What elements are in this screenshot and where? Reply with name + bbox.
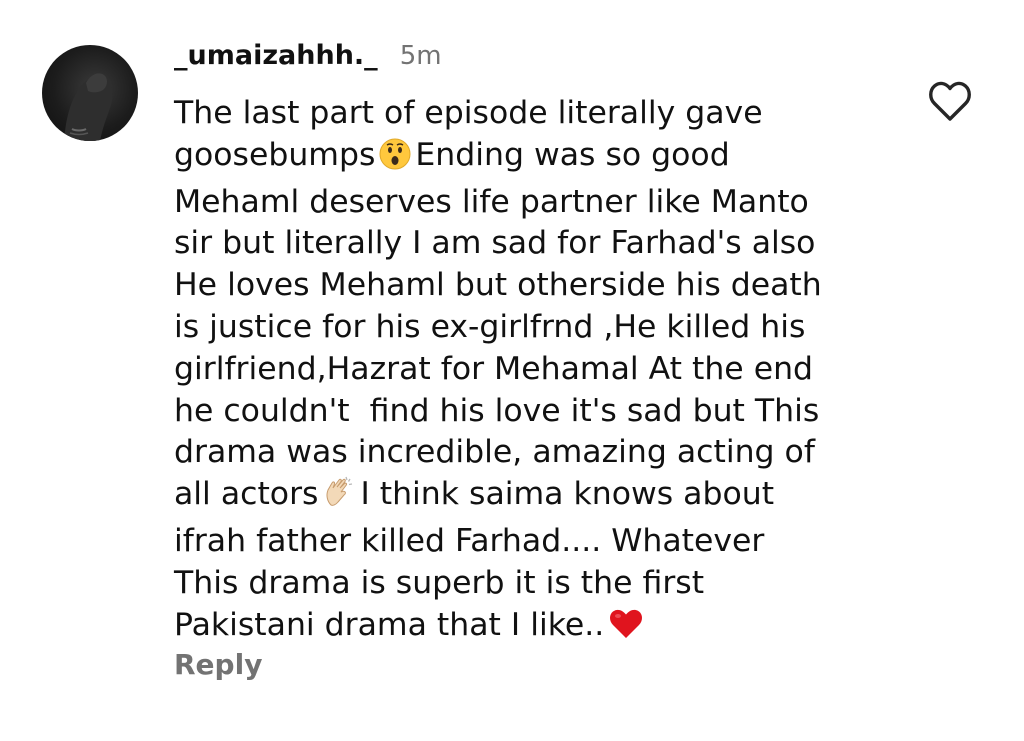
avatar[interactable] [42,45,138,141]
heart-outline-icon [929,81,971,121]
comment-text: The last part of episode literally gave … [174,93,894,651]
comment-line: all actors [174,476,319,513]
astonished-face-icon [379,138,411,182]
comment-line: ifrah father killed Farhad.... Whatever [174,522,765,559]
comment-line: girlfriend,Hazrat for Mehamal At the end [174,350,814,387]
username[interactable]: _umaizahhh._ [174,40,378,71]
comment-line: Mehaml deserves life partner like Manto [174,183,809,220]
clapping-hands-icon [322,475,356,521]
comment-line: is justice for his ex-girlfrnd ,He kille… [174,308,806,345]
reply-button[interactable]: Reply [174,648,262,681]
avatar-photo-icon [64,73,113,141]
comment-line: goosebumps [174,136,376,173]
comment-line: This drama is superb it is the first [174,564,705,601]
comment-line: The last part of episode literally gave [174,95,763,131]
comment-line: sir but literally I am sad for Farhad's … [174,225,816,262]
red-heart-icon [608,608,644,652]
comment-header: _umaizahhh._ 5m [174,40,442,76]
comment-line: drama was incredible, amazing acting of [174,434,815,471]
like-button[interactable] [926,78,974,124]
comment-line: I think saima knows about [360,476,775,513]
comment-line: he couldn't find his love it's sad but T… [174,392,820,429]
comment-line: Pakistani drama that I like.. [174,606,605,643]
comment-line: He loves Mehaml but otherside his death [174,267,822,304]
comment-line: Ending was so good [415,136,730,173]
comment: _umaizahhh._ 5m The last part of episode… [0,0,1024,741]
timestamp: 5m [399,41,442,71]
